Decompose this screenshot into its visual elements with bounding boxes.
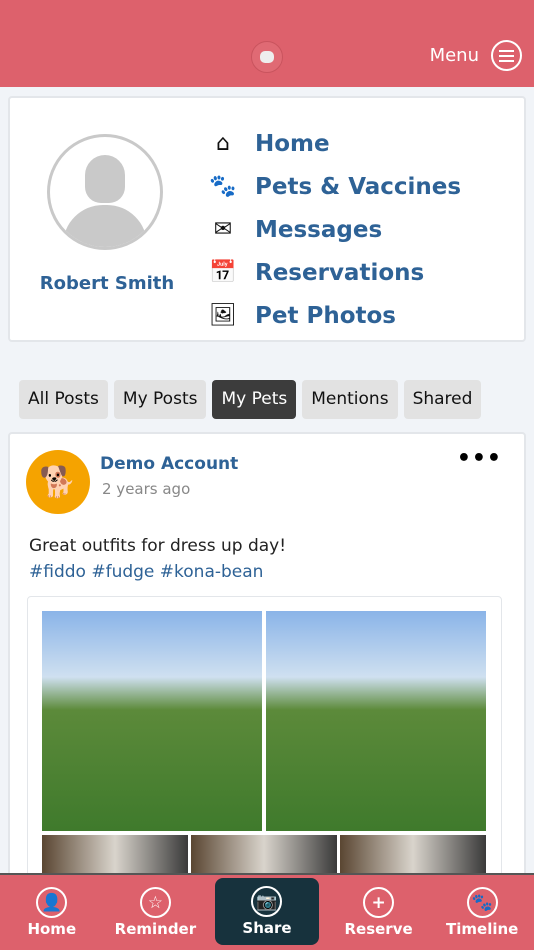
avatar [47, 134, 163, 250]
user-icon: 👤 [36, 887, 68, 918]
envelope-icon: ✉ [213, 217, 233, 242]
nav-home[interactable]: ⌂ Home [208, 122, 461, 165]
logo[interactable] [251, 41, 283, 73]
camera-icon: 📷 [251, 886, 283, 917]
tab-shared[interactable]: Shared [403, 380, 482, 419]
tab-all-posts[interactable]: All Posts [19, 380, 108, 419]
paw-icon: 🐾 [209, 174, 237, 199]
bottom-label: Reminder [114, 920, 197, 938]
nav-label: Pets & Vaccines [255, 173, 462, 200]
post-text: Great outfits for dress up day! [29, 536, 287, 556]
tab-mentions[interactable]: Mentions [302, 380, 398, 419]
tab-my-pets[interactable]: My Pets [212, 380, 297, 419]
menu-label: Menu [429, 45, 479, 66]
photo[interactable] [42, 611, 262, 831]
bottom-label: Reserve [344, 920, 413, 938]
nav-label: Home [255, 130, 330, 157]
post-time: 2 years ago [102, 480, 191, 498]
paw-icon: 🐾 [466, 887, 498, 918]
calendar-icon: 📅 [209, 260, 237, 285]
bottom-label: Timeline [446, 920, 519, 938]
star-icon: ☆ [139, 887, 171, 918]
photo[interactable] [266, 611, 486, 831]
photos-icon: 🖼 [209, 303, 237, 328]
bottom-reserve[interactable]: + Reserve [327, 875, 431, 950]
bottom-nav: 👤 Home ☆ Reminder 📷 Share + Reserve 🐾 Timelin… [0, 873, 534, 950]
nav-pet-photos[interactable]: 🖼 Pet Photos [208, 294, 461, 337]
bottom-share[interactable]: 📷 Share [215, 878, 319, 945]
nav-reservations[interactable]: 📅 Reservations [208, 251, 461, 294]
photo-gallery [27, 596, 502, 890]
menu-button[interactable]: Menu [430, 40, 522, 71]
author-avatar[interactable]: 🐕 [26, 450, 90, 514]
bottom-label: Share [242, 919, 292, 937]
bottom-label: Home [27, 920, 77, 938]
bottom-reminder[interactable]: ☆ Reminder [104, 875, 208, 950]
bottom-timeline[interactable]: 🐾 Timeline [430, 875, 534, 950]
post-author[interactable]: Demo Account [100, 454, 238, 474]
nav-pets-vaccines[interactable]: 🐾 Pets & Vaccines [208, 165, 461, 208]
post-tags[interactable]: #fiddo #fudge #kona-bean [29, 562, 263, 582]
app-header: Menu [0, 0, 534, 87]
nav-label: Pet Photos [255, 302, 396, 329]
profile-nav: ⌂ Home 🐾 Pets & Vaccines ✉ Messages 📅 Reserv… [208, 122, 461, 337]
nav-label: Messages [255, 216, 383, 243]
bottom-home[interactable]: 👤 Home [0, 875, 104, 950]
hamburger-icon [491, 40, 522, 71]
profile-card: Robert Smith ⌂ Home 🐾 Pets & Vaccines ✉ Mes… [8, 96, 526, 342]
tab-my-posts[interactable]: My Posts [113, 380, 207, 419]
nav-messages[interactable]: ✉ Messages [208, 208, 461, 251]
post-card: 🐕 Demo Account 2 years ago ••• Great out… [8, 432, 526, 892]
user-name[interactable]: Robert Smith [10, 273, 204, 294]
nav-label: Reservations [255, 259, 425, 286]
plus-icon: + [363, 887, 395, 918]
home-icon: ⌂ [216, 131, 230, 156]
post-filter-tabs: All Posts My Posts My Pets Mentions Shar… [19, 380, 482, 419]
more-options-icon[interactable]: ••• [457, 446, 502, 471]
